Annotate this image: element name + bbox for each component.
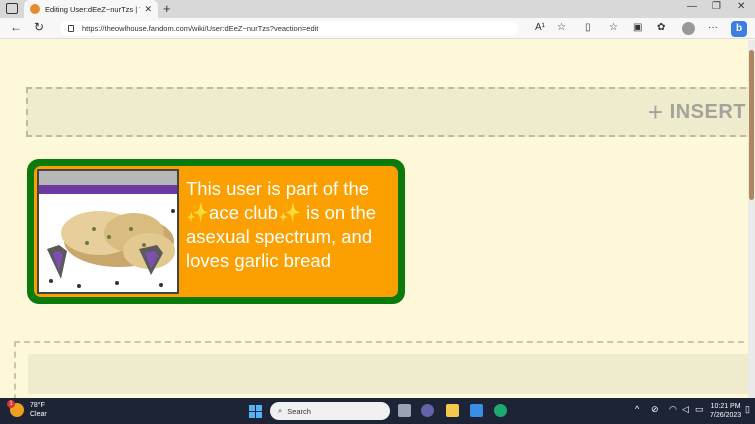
split-screen-icon[interactable]: ▯	[585, 22, 591, 33]
browser-tab[interactable]: Editing User:dEeZ~nurTzs | The ✕	[24, 0, 158, 18]
more-options-icon[interactable]: ···	[708, 22, 718, 33]
garlic-bread-image	[37, 169, 179, 294]
clock-time: 10:21 PM	[710, 403, 741, 410]
tab-close-icon[interactable]: ✕	[144, 4, 152, 15]
favorites-icon[interactable]: ☆	[609, 22, 618, 33]
extensions-icon[interactable]: ✿	[657, 22, 665, 33]
taskbar-search[interactable]: ⌕ Search	[270, 402, 390, 420]
tab-actions-icon[interactable]	[6, 3, 18, 14]
search-icon: ⌕	[278, 406, 283, 415]
minimize-icon[interactable]: —	[687, 1, 697, 12]
mail-icon[interactable]	[470, 404, 483, 417]
refresh-icon[interactable]: ↻	[34, 20, 44, 34]
weather-desc: Clear	[30, 411, 47, 418]
task-view-icon[interactable]	[398, 404, 411, 417]
navigation-bar: ← ↻ https://theowlhouse.fandom.com/wiki/…	[0, 18, 755, 39]
favorite-star-icon[interactable]: ☆	[557, 22, 566, 33]
userbox-inner: This user is part of the ✨ace club✨ is o…	[34, 166, 398, 297]
lock-icon	[68, 25, 74, 32]
lower-drop-zone[interactable]	[14, 341, 748, 398]
insert-label: INSERT	[669, 101, 746, 123]
file-explorer-icon[interactable]	[446, 404, 459, 417]
browser-title-bar: Editing User:dEeZ~nurTzs | The ✕ + — ❐ ✕	[0, 0, 755, 18]
show-hidden-icons-icon[interactable]: ^	[635, 404, 639, 414]
userbox-text: This user is part of the ✨ace club✨ is o…	[186, 178, 377, 271]
profile-avatar[interactable]	[682, 22, 695, 35]
lower-placeholder-block	[28, 354, 748, 394]
address-bar[interactable]: https://theowlhouse.fandom.com/wiki/User…	[60, 21, 518, 36]
collections-icon[interactable]: ▣	[633, 22, 642, 33]
new-tab-icon[interactable]: +	[163, 1, 171, 16]
insert-button[interactable]: + INSERT	[648, 97, 746, 128]
battery-icon[interactable]: ▭	[695, 404, 704, 415]
search-placeholder: Search	[287, 406, 311, 416]
restore-icon[interactable]: ❐	[712, 1, 721, 12]
page-content: + INSERT This user is part of the ✨ace c…	[0, 40, 748, 398]
teams-chat-icon[interactable]	[421, 404, 434, 417]
fandom-favicon-icon	[30, 4, 40, 14]
notifications-icon[interactable]: ▯	[745, 404, 750, 415]
insert-drop-zone[interactable]: + INSERT	[26, 87, 748, 137]
taskbar-clock[interactable]: 10:21 PM 7/26/2023	[710, 402, 741, 420]
network-off-icon[interactable]: ⊘	[651, 404, 659, 415]
weather-badge: 1	[7, 400, 15, 408]
taskbar: 1 78°F Clear ⌕ Search ^ ⊘ ◠ ◁ ▭ 10:21 PM…	[0, 398, 755, 424]
clock-date: 7/26/2023	[710, 412, 742, 419]
page-scrollbar[interactable]	[748, 40, 755, 398]
weather-sun-icon: 1	[7, 400, 24, 417]
url-text: https://theowlhouse.fandom.com/wiki/User…	[82, 24, 319, 33]
windows-start-icon[interactable]	[249, 405, 262, 418]
edge-browser-icon[interactable]	[494, 404, 507, 417]
wifi-icon[interactable]: ◠	[669, 404, 677, 415]
back-icon[interactable]: ←	[10, 20, 22, 34]
scrollbar-thumb[interactable]	[749, 50, 754, 200]
read-aloud-icon[interactable]: A¹	[535, 22, 545, 33]
close-window-icon[interactable]: ✕	[737, 1, 745, 12]
bing-chat-icon[interactable]: b	[731, 21, 747, 37]
weather-temp: 78°F	[30, 402, 45, 409]
plus-icon: +	[647, 97, 664, 127]
weather-widget[interactable]: 1 78°F Clear	[7, 400, 47, 419]
userbox[interactable]: This user is part of the ✨ace club✨ is o…	[27, 159, 405, 304]
tab-title: Editing User:dEeZ~nurTzs | The	[45, 4, 140, 14]
volume-icon[interactable]: ◁	[682, 404, 689, 415]
